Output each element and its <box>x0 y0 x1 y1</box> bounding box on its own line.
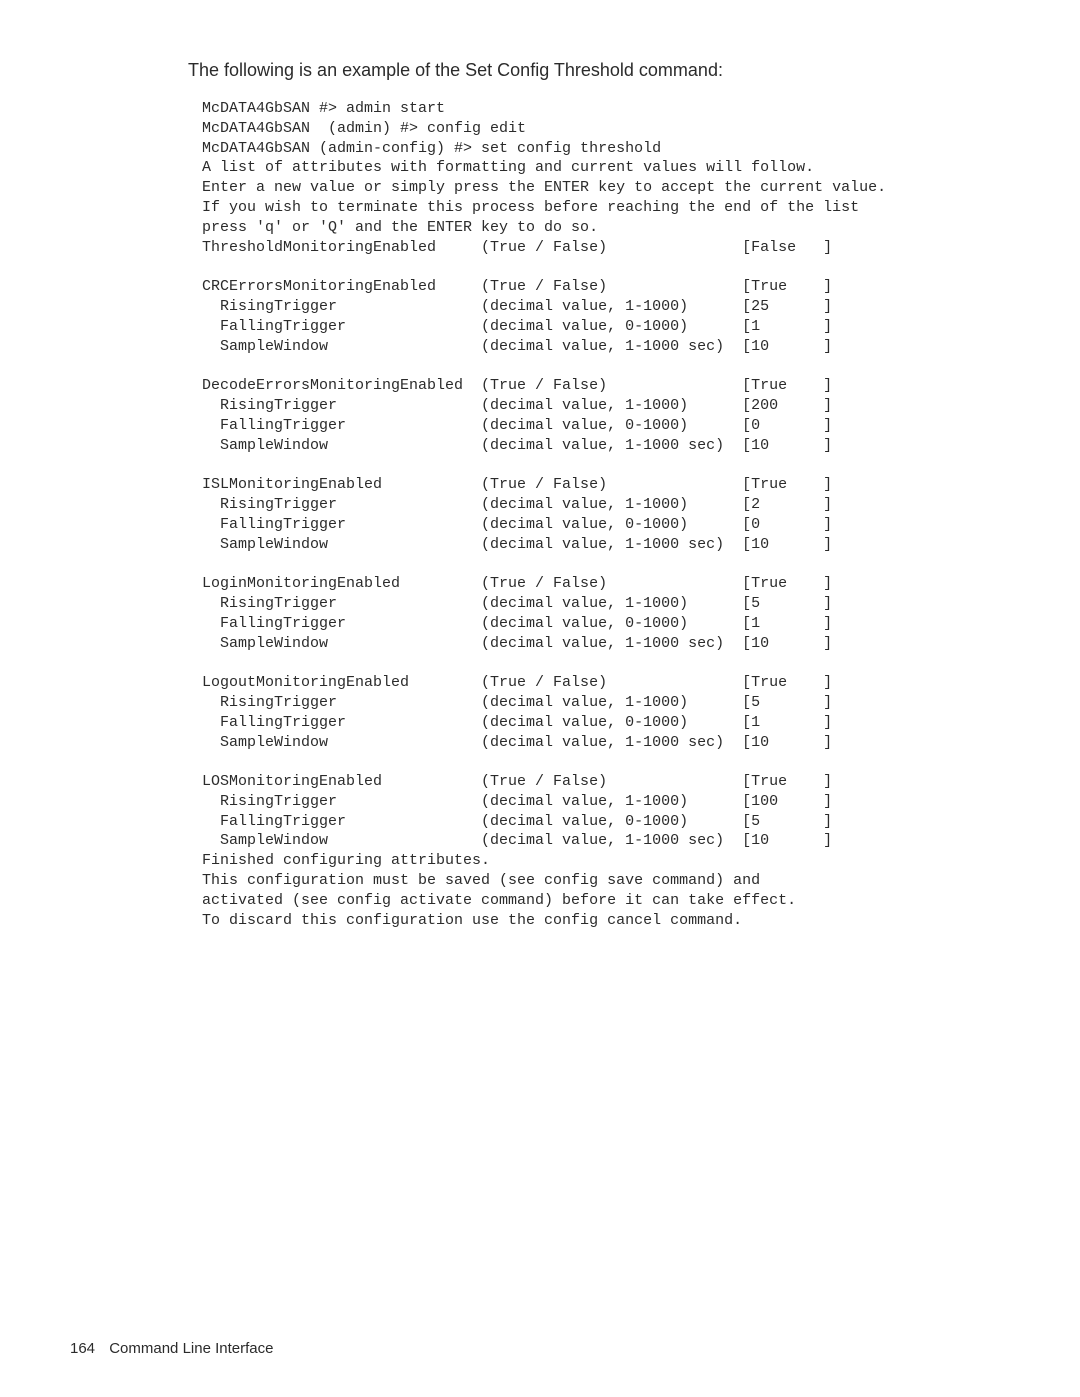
page: The following is an example of the Set C… <box>0 0 1080 1397</box>
terminal-wrap: McDATA4GbSAN #> admin start McDATA4GbSAN… <box>202 99 1010 930</box>
footer-title: Command Line Interface <box>109 1340 273 1357</box>
intro-wrap: The following is an example of the Set C… <box>188 60 1010 81</box>
intro-text: The following is an example of the Set C… <box>188 60 1010 81</box>
page-number: 164 <box>70 1340 95 1357</box>
terminal-output: McDATA4GbSAN #> admin start McDATA4GbSAN… <box>202 99 1010 930</box>
page-footer: 164 Command Line Interface <box>70 1340 273 1357</box>
